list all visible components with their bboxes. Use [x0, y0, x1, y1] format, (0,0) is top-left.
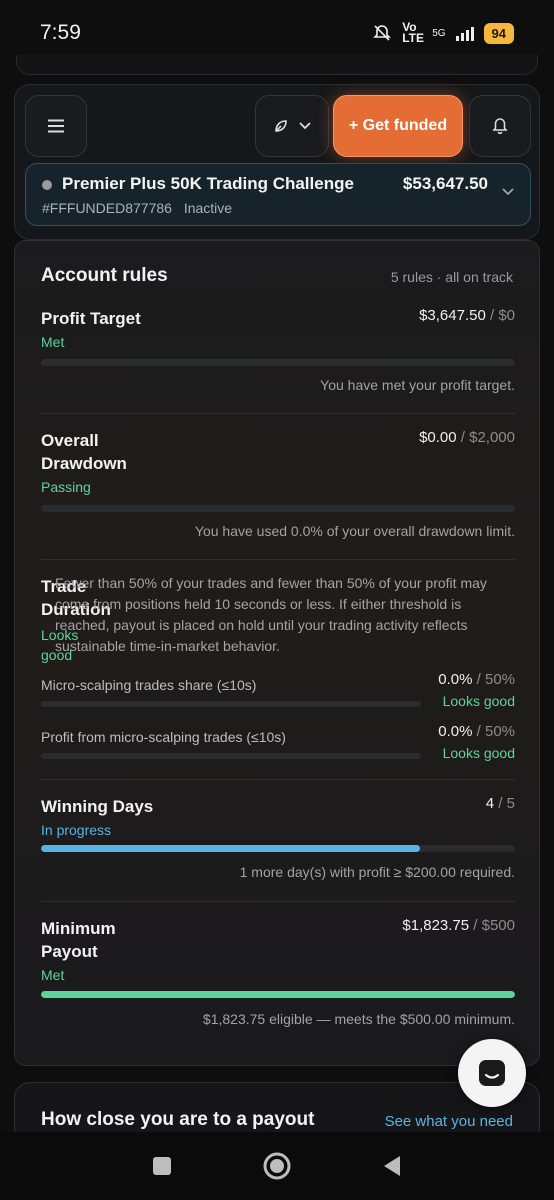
- progress-fill: [41, 845, 421, 852]
- notifications-button[interactable]: [469, 95, 531, 157]
- chevron-down-icon: [299, 122, 311, 130]
- rule-overall-drawdown: Overall Drawdown Passing $0.00 / $2,000 …: [41, 429, 515, 539]
- status-time: 7:59: [40, 21, 81, 44]
- rule-value: $0.00 / $2,000: [419, 429, 515, 446]
- rule-name: Winning Days: [41, 797, 154, 816]
- rule-trade-duration: Trade Duration Looks good Fewer than 50%…: [41, 575, 515, 775]
- value-current: 0.0%: [438, 723, 473, 740]
- account-switcher-button[interactable]: [255, 95, 329, 157]
- divider: [41, 559, 515, 560]
- status-icons: Vo LTE 5G 94: [372, 20, 514, 45]
- value-current: $0.00: [419, 429, 457, 446]
- rule-profit-target: Profit Target Met $3,647.50 / $0 You hav…: [41, 307, 515, 397]
- value-current: 0.0%: [438, 671, 473, 688]
- value-limit: / $2,000: [456, 429, 515, 446]
- back-icon[interactable]: [382, 1155, 402, 1177]
- value-limit: / 50%: [472, 723, 515, 740]
- account-rules-card: Account rules 5 rules · all on track Pro…: [14, 240, 540, 1066]
- rule-note: You have used 0.0% of your overall drawd…: [194, 523, 515, 539]
- battery-indicator: 94: [483, 22, 514, 44]
- progress-bar: [41, 991, 515, 998]
- micro-profit-value: 0.0% / 50%: [438, 723, 515, 740]
- bell-icon: [492, 118, 508, 134]
- micro-share-value: 0.0% / 50%: [438, 671, 515, 688]
- challenge-id: #FFFUNDED877786: [42, 200, 172, 216]
- challenge-meta: #FFFUNDED877786 Inactive: [42, 200, 240, 216]
- challenge-state: Inactive: [183, 200, 233, 216]
- micro-profit-status: Looks good: [442, 745, 515, 761]
- divider: [41, 901, 515, 902]
- rule-name: Overall Drawdown: [41, 431, 127, 473]
- network-label: Vo LTE: [402, 20, 424, 45]
- mute-icon: [373, 25, 392, 41]
- micro-share-bar: [41, 701, 421, 707]
- micro-profit-label: Profit from micro-scalping trades (≤10s): [41, 729, 286, 745]
- rules-summary: 5 rules · all on track: [390, 269, 513, 285]
- rule-value: $3,647.50 / $0: [419, 307, 515, 324]
- header-card: + Get funded Premier Plus 50K Trading Ch…: [14, 84, 540, 240]
- progress-bar: [41, 359, 515, 366]
- see-what-you-need-link[interactable]: See what you need: [385, 1113, 513, 1130]
- micro-share-label: Micro-scalping trades share (≤10s): [41, 677, 257, 693]
- get-funded-button[interactable]: + Get funded: [333, 95, 463, 157]
- progress-fill: [41, 991, 515, 998]
- rule-value: $1,823.75 / $500: [402, 917, 515, 934]
- system-nav-bar: [0, 1132, 554, 1200]
- rule-status: Passing: [41, 479, 91, 495]
- value-limit: / $0: [485, 307, 515, 324]
- micro-profit-bar: [41, 753, 421, 759]
- divider: [41, 779, 515, 780]
- value-current: 4: [485, 795, 495, 812]
- progress-bar: [41, 845, 515, 852]
- payout-title: How close you are to a payout: [41, 1109, 315, 1130]
- value-current: $3,647.50: [419, 307, 486, 324]
- status-dot: [42, 180, 52, 190]
- hamburger-icon: [48, 119, 64, 133]
- rule-winning-days: Winning Days In progress 4 / 5 1 more da…: [41, 795, 515, 885]
- rule-status: Met: [41, 334, 65, 350]
- value-limit: / $500: [469, 917, 515, 934]
- challenge-balance: $53,647.50: [402, 174, 488, 193]
- rules-title: Account rules: [41, 265, 168, 286]
- divider: [41, 413, 515, 414]
- chat-icon: [479, 1060, 505, 1086]
- value-current: $1,823.75: [402, 917, 470, 934]
- home-icon[interactable]: [262, 1151, 292, 1181]
- rule-description: Fewer than 50% of your trades and fewer …: [55, 575, 487, 654]
- challenge-selector[interactable]: Premier Plus 50K Trading Challenge #FFFU…: [25, 163, 531, 226]
- leaf-icon: [275, 120, 287, 132]
- rule-note: $1,823.75 eligible — meets the $500.00 m…: [202, 1011, 515, 1027]
- progress-bar: [41, 505, 515, 512]
- rule-note: You have met your profit target.: [320, 377, 515, 393]
- rule-minimum-payout: Minimum Payout Met $1,823.75 / $500 $1,8…: [41, 917, 515, 1027]
- menu-button[interactable]: [25, 95, 87, 157]
- value-limit: / 50%: [472, 671, 515, 688]
- support-chat-button[interactable]: [458, 1039, 526, 1107]
- micro-share-status: Looks good: [442, 693, 515, 709]
- rule-status: Met: [41, 967, 65, 983]
- signal-label: 5G: [432, 27, 446, 39]
- rule-note: 1 more day(s) with profit ≥ $200.00 requ…: [239, 864, 515, 880]
- rule-name: Minimum Payout: [41, 919, 116, 961]
- chevron-down-icon: [502, 188, 514, 196]
- signal-icon: [455, 25, 474, 41]
- rule-value: 4 / 5: [486, 795, 515, 812]
- value-limit: / 5: [494, 795, 515, 812]
- recents-icon[interactable]: [152, 1156, 172, 1176]
- rule-status: In progress: [41, 822, 112, 838]
- previous-card-edge: [16, 55, 538, 75]
- challenge-name: Premier Plus 50K Trading Challenge: [62, 174, 354, 193]
